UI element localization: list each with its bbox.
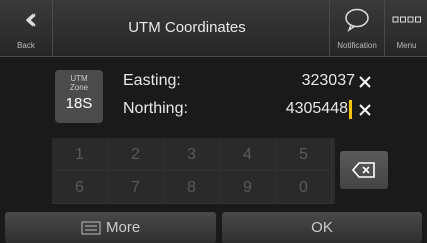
easting-clear-icon[interactable] bbox=[358, 75, 372, 89]
key-1[interactable]: 1 bbox=[52, 138, 108, 171]
more-label: More bbox=[106, 219, 141, 236]
notification-label: Notification bbox=[337, 41, 377, 50]
notification-button[interactable]: Notification bbox=[329, 0, 384, 56]
ok-label: OK bbox=[311, 219, 333, 236]
northing-clear-icon[interactable] bbox=[358, 103, 372, 117]
menu-label: Menu bbox=[396, 41, 417, 50]
ok-button[interactable]: OK bbox=[222, 212, 422, 243]
key-3[interactable]: 3 bbox=[164, 138, 220, 171]
easting-label: Easting: bbox=[123, 72, 181, 89]
key-4[interactable]: 4 bbox=[220, 138, 276, 171]
zone-label-line2: Zone bbox=[69, 83, 89, 92]
list-icon bbox=[81, 221, 101, 235]
utm-zone-selector[interactable]: UTM Zone 18S bbox=[55, 70, 103, 123]
speech-bubble-icon bbox=[345, 8, 369, 32]
northing-field[interactable]: 4305448 bbox=[286, 100, 348, 118]
back-button[interactable]: ‹‹ Back bbox=[0, 0, 53, 56]
key-8[interactable]: 8 bbox=[164, 171, 220, 204]
menu-button[interactable]: Menu bbox=[384, 0, 427, 56]
easting-field[interactable]: 323037 bbox=[302, 72, 355, 90]
key-6[interactable]: 6 bbox=[52, 171, 108, 204]
numeric-keypad: 1 2 3 4 5 6 7 8 9 0 bbox=[52, 138, 335, 204]
northing-label: Northing: bbox=[123, 100, 188, 117]
zone-label-line1: UTM bbox=[70, 74, 88, 83]
key-5[interactable]: 5 bbox=[276, 138, 332, 171]
key-0[interactable]: 0 bbox=[276, 171, 332, 204]
more-button[interactable]: More bbox=[5, 212, 216, 243]
header-bar: ‹‹ Back UTM Coordinates Notification Men… bbox=[0, 0, 427, 57]
key-7[interactable]: 7 bbox=[108, 171, 164, 204]
key-2[interactable]: 2 bbox=[108, 138, 164, 171]
text-cursor bbox=[349, 100, 352, 119]
backspace-button[interactable] bbox=[340, 151, 388, 189]
backspace-icon bbox=[352, 162, 375, 178]
page-title: UTM Coordinates bbox=[128, 19, 246, 36]
double-chevron-left-icon: ‹‹ bbox=[24, 2, 38, 37]
back-label: Back bbox=[17, 41, 35, 50]
zone-value: 18S bbox=[65, 95, 93, 112]
key-9[interactable]: 9 bbox=[220, 171, 276, 204]
grid-icon bbox=[392, 16, 421, 23]
